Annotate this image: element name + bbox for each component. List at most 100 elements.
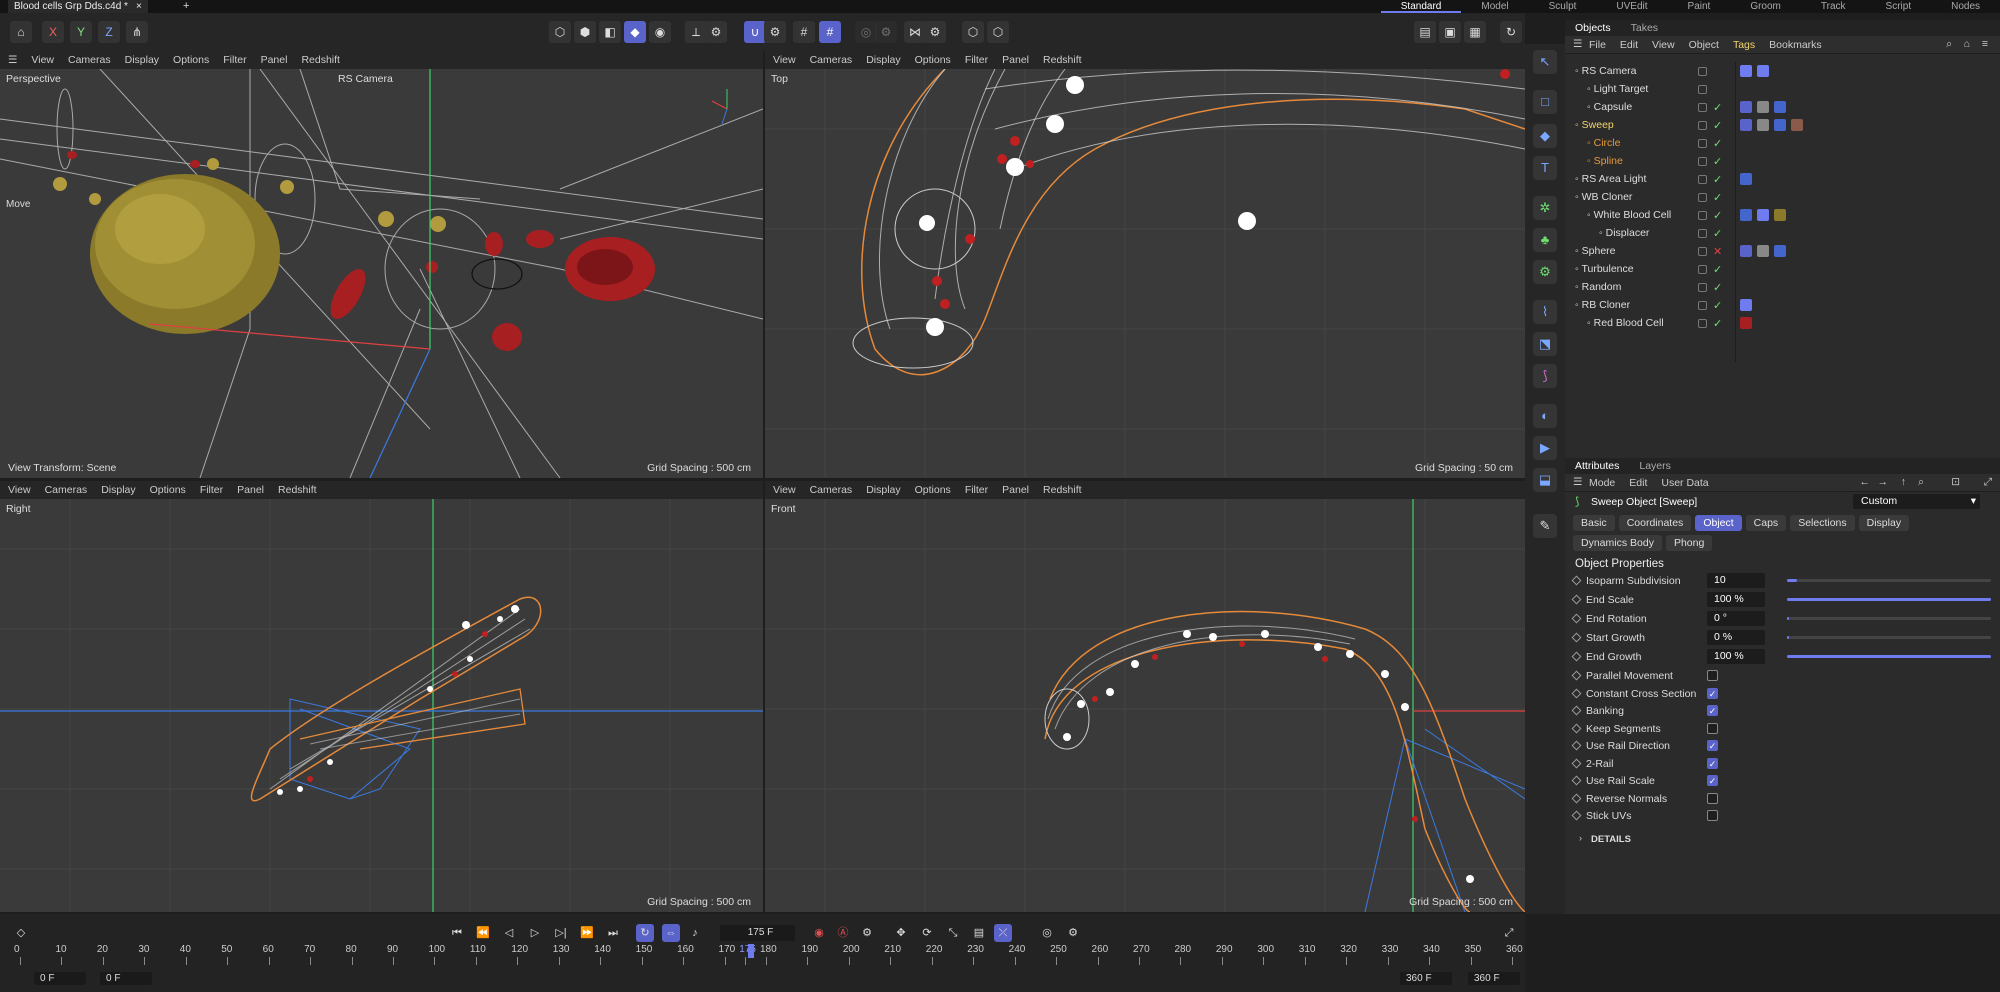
- menu-redshift[interactable]: Redshift: [301, 54, 340, 66]
- menu-cameras[interactable]: Cameras: [810, 484, 853, 496]
- attr-tab-caps[interactable]: Caps: [1745, 515, 1787, 531]
- key-param-icon[interactable]: ▤: [970, 924, 988, 942]
- layout-tab-sculpt[interactable]: Sculpt: [1529, 0, 1597, 13]
- field-icon[interactable]: ⬔: [1533, 332, 1557, 356]
- next-key-icon[interactable]: ⏩: [578, 924, 596, 942]
- layout-tab-standard[interactable]: Standard: [1380, 0, 1462, 13]
- visibility-toggle[interactable]: [1698, 210, 1707, 220]
- attr-tab-selections[interactable]: Selections: [1790, 515, 1855, 531]
- visibility-toggle[interactable]: [1698, 138, 1707, 148]
- object-row[interactable]: ◦ Circle ✓: [1565, 134, 2000, 152]
- close-tab-icon[interactable]: ×: [136, 0, 142, 13]
- object-tag-icon[interactable]: [1740, 65, 1752, 77]
- keyframe-diamond-icon[interactable]: [1571, 793, 1582, 803]
- keyframe-diamond-icon[interactable]: [1571, 670, 1582, 681]
- start-frame-field[interactable]: 0 F: [34, 972, 86, 985]
- play-icon[interactable]: ▷: [526, 924, 544, 942]
- visibility-toggle[interactable]: [1698, 246, 1707, 256]
- hamburger-icon[interactable]: ☰: [1573, 38, 1582, 50]
- visibility-toggle[interactable]: [1698, 228, 1707, 238]
- hamburger-icon[interactable]: ☰: [8, 54, 17, 66]
- property-checkbox[interactable]: ✓: [1707, 687, 1718, 699]
- keyframe-diamond-icon[interactable]: [1571, 575, 1582, 586]
- enable-status-icon[interactable]: ✓: [1713, 173, 1722, 186]
- object-row[interactable]: ◦ Capsule ✓: [1565, 98, 2000, 116]
- object-row[interactable]: ◦ RB Cloner ✓: [1565, 296, 2000, 314]
- enable-status-icon[interactable]: ✓: [1713, 137, 1722, 150]
- viewport-right[interactable]: View Cameras Display Options Filter Pane…: [0, 481, 763, 912]
- menu-options[interactable]: Options: [915, 54, 951, 66]
- camera-icon[interactable]: ▶: [1533, 436, 1557, 460]
- object-tag-icon[interactable]: [1791, 119, 1803, 131]
- go-to-end-icon[interactable]: ⏭: [604, 924, 622, 942]
- menu-view[interactable]: View: [773, 54, 796, 66]
- visibility-toggle[interactable]: [1698, 300, 1707, 310]
- object-tag-icon[interactable]: [1740, 101, 1752, 113]
- layout-tab-uvedit[interactable]: UVEdit: [1596, 0, 1667, 13]
- object-tag-icon[interactable]: [1774, 209, 1786, 221]
- menu-bookmarks[interactable]: Bookmarks: [1769, 39, 1822, 51]
- filter-icon[interactable]: ≡: [1982, 38, 1988, 50]
- keyframe-diamond-icon[interactable]: [1571, 651, 1582, 662]
- loop-icon[interactable]: ↻: [636, 924, 654, 942]
- object-row[interactable]: ◦ Displacer ✓: [1565, 224, 2000, 242]
- menu-edit[interactable]: Edit: [1620, 39, 1638, 51]
- null-object-icon[interactable]: □: [1533, 90, 1557, 114]
- menu-filter[interactable]: Filter: [223, 54, 246, 66]
- current-frame-field[interactable]: 175 F: [720, 925, 795, 941]
- property-value-field[interactable]: 0 %: [1707, 630, 1765, 645]
- attr-tab-object[interactable]: Object: [1695, 515, 1742, 531]
- keyframe-diamond-icon[interactable]: [1571, 810, 1582, 821]
- menu-panel[interactable]: Panel: [261, 54, 288, 66]
- tab-layers[interactable]: Layers: [1639, 460, 1671, 472]
- details-section[interactable]: › DETAILS: [1565, 829, 2000, 849]
- cloner-icon[interactable]: ✲: [1533, 196, 1557, 220]
- keyframe-diamond-icon[interactable]: [1571, 705, 1582, 716]
- graph-icon[interactable]: ⤢: [1500, 924, 1518, 942]
- property-checkbox[interactable]: ✓: [1707, 775, 1718, 786]
- lock-icon[interactable]: ⊡: [1951, 476, 1960, 488]
- tab-attributes[interactable]: Attributes: [1575, 460, 1619, 472]
- back-arrow-icon[interactable]: ←: [1860, 476, 1871, 488]
- object-tag-icon[interactable]: [1740, 173, 1752, 185]
- enable-status-icon[interactable]: ✓: [1713, 155, 1722, 168]
- layout-tab-track[interactable]: Track: [1801, 0, 1866, 13]
- home-icon[interactable]: ⌂: [1964, 38, 1970, 50]
- keyframe-diamond-icon[interactable]: [1571, 594, 1582, 605]
- document-tab[interactable]: Blood cells Grp Dds.c4d * ×: [8, 0, 148, 13]
- object-row[interactable]: ◦ RS Camera: [1565, 62, 2000, 80]
- layout-tab-script[interactable]: Script: [1866, 0, 1932, 13]
- object-row[interactable]: ◦ Light Target: [1565, 80, 2000, 98]
- go-to-start-icon[interactable]: ⏮: [448, 924, 466, 942]
- scene-icon[interactable]: ⌂: [10, 21, 32, 43]
- environment-icon[interactable]: ⬓: [1533, 468, 1557, 492]
- key-rotation-icon[interactable]: ⟳: [918, 924, 936, 942]
- object-tag-icon[interactable]: [1757, 65, 1769, 77]
- key-pla-icon[interactable]: ⤫: [994, 924, 1012, 942]
- menu-file[interactable]: File: [1589, 39, 1606, 51]
- key-settings-icon[interactable]: ⚙: [858, 924, 876, 942]
- menu-display[interactable]: Display: [101, 484, 135, 496]
- render-queue-icon[interactable]: ▦: [1464, 21, 1486, 43]
- enable-status-icon[interactable]: ✓: [1713, 317, 1722, 330]
- enable-status-icon[interactable]: ✓: [1713, 191, 1722, 204]
- preview-start-field[interactable]: 0 F: [100, 972, 152, 985]
- preview-end-field[interactable]: 360 F: [1400, 972, 1452, 985]
- object-row[interactable]: ◦ RS Area Light ✓: [1565, 170, 2000, 188]
- keyframe-diamond-icon[interactable]: [1571, 632, 1582, 643]
- menu-user-data[interactable]: User Data: [1661, 477, 1708, 489]
- object-tag-icon[interactable]: [1774, 119, 1786, 131]
- menu-options[interactable]: Options: [915, 484, 951, 496]
- menu-redshift[interactable]: Redshift: [278, 484, 317, 496]
- object-tag-icon[interactable]: [1757, 209, 1769, 221]
- up-arrow-icon[interactable]: ↑: [1901, 476, 1906, 488]
- redshift-ipr-icon[interactable]: ⬡: [962, 21, 984, 43]
- axis-settings-icon[interactable]: ⚙: [705, 21, 727, 43]
- z-axis-toggle[interactable]: Z: [98, 21, 120, 43]
- menu-object[interactable]: Object: [1689, 39, 1719, 51]
- render-region-icon[interactable]: ◎: [855, 21, 877, 43]
- object-row[interactable]: ◦ White Blood Cell ✓: [1565, 206, 2000, 224]
- visibility-toggle[interactable]: [1698, 192, 1707, 202]
- property-value-field[interactable]: 100 %: [1707, 592, 1765, 607]
- object-tag-icon[interactable]: [1740, 317, 1752, 329]
